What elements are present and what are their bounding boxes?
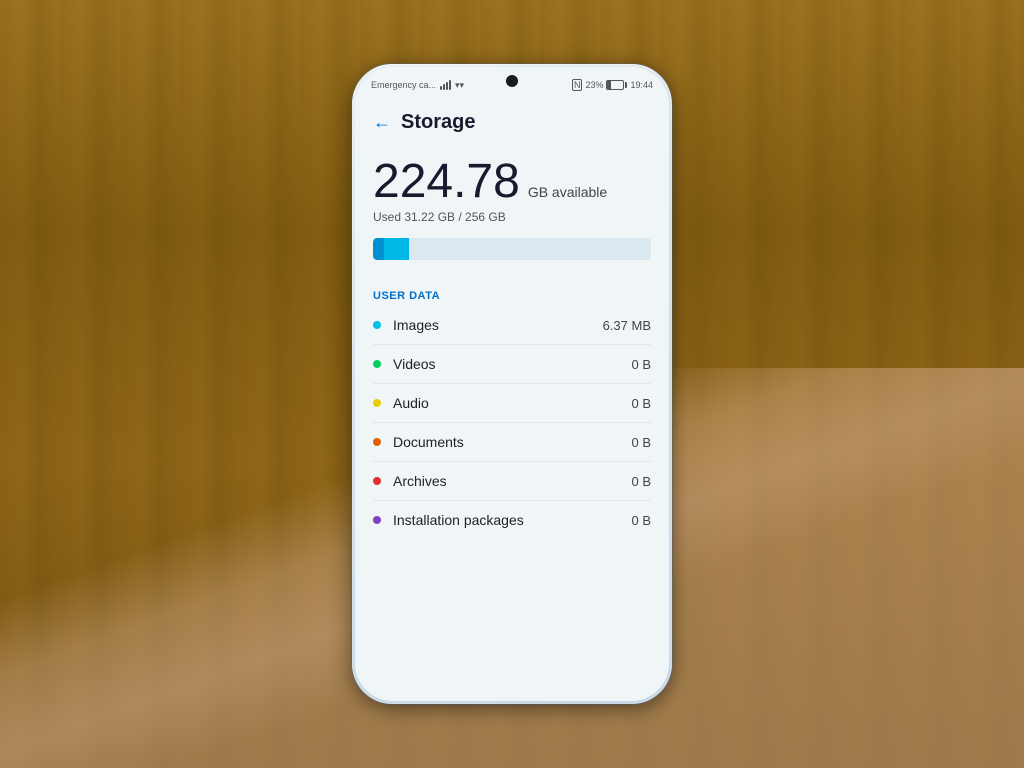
storage-used-label: Used 31.22 GB / 256 GB — [373, 210, 651, 224]
storage-bar — [373, 238, 651, 260]
item-name: Archives — [393, 473, 631, 489]
storage-available-row: 224.78 GB available — [373, 158, 651, 206]
battery-percent: 23% — [585, 80, 603, 90]
status-left: Emergency ca... ▾▾ — [371, 80, 464, 91]
time-display: 19:44 — [630, 80, 653, 90]
storage-bar-system — [373, 238, 384, 260]
status-right: N 23% 19:44 — [572, 79, 653, 92]
storage-info: 224.78 GB available Used 31.22 GB / 256 … — [355, 142, 669, 290]
list-item[interactable]: Audio0 B — [373, 384, 651, 423]
battery-icon — [606, 80, 627, 90]
app-header: ← Storage — [355, 99, 669, 142]
item-name: Videos — [393, 356, 631, 372]
category-dot — [373, 516, 381, 524]
phone-outer: Emergency ca... ▾▾ N 23% 19:44 — [352, 64, 672, 704]
wifi-icon: ▾▾ — [455, 80, 464, 91]
list-item[interactable]: Archives0 B — [373, 462, 651, 501]
section-label: USER DATA — [355, 290, 669, 302]
item-size: 6.37 MB — [603, 318, 651, 333]
screen-content: ← Storage 224.78 GB available Used 31.22… — [355, 99, 669, 701]
category-dot — [373, 321, 381, 329]
list-item[interactable]: Installation packages0 B — [373, 501, 651, 539]
phone-wrapper: Emergency ca... ▾▾ N 23% 19:44 — [352, 64, 672, 704]
signal-icon — [440, 80, 451, 90]
category-dot — [373, 438, 381, 446]
phone-screen: Emergency ca... ▾▾ N 23% 19:44 — [355, 67, 669, 701]
list-item[interactable]: Images6.37 MB — [373, 306, 651, 345]
item-size: 0 B — [631, 435, 651, 450]
storage-unit: GB available — [528, 184, 607, 200]
item-size: 0 B — [631, 396, 651, 411]
list-item[interactable]: Documents0 B — [373, 423, 651, 462]
item-name: Audio — [393, 395, 631, 411]
back-button[interactable]: ← — [373, 112, 391, 133]
storage-bar-used — [384, 238, 409, 260]
category-dot — [373, 360, 381, 368]
list-item[interactable]: Videos0 B — [373, 345, 651, 384]
storage-number: 224.78 — [373, 158, 520, 206]
item-size: 0 B — [631, 474, 651, 489]
emergency-text: Emergency ca... — [371, 80, 436, 90]
item-name: Installation packages — [393, 512, 631, 528]
item-name: Images — [393, 317, 603, 333]
item-size: 0 B — [631, 513, 651, 528]
page-title: Storage — [401, 111, 475, 134]
nfc-icon: N — [572, 79, 583, 92]
camera-notch — [506, 75, 518, 87]
category-dot — [373, 399, 381, 407]
data-list: Images6.37 MBVideos0 BAudio0 BDocuments0… — [355, 306, 669, 539]
item-size: 0 B — [631, 357, 651, 372]
category-dot — [373, 477, 381, 485]
item-name: Documents — [393, 434, 631, 450]
status-bar: Emergency ca... ▾▾ N 23% 19:44 — [355, 67, 669, 99]
